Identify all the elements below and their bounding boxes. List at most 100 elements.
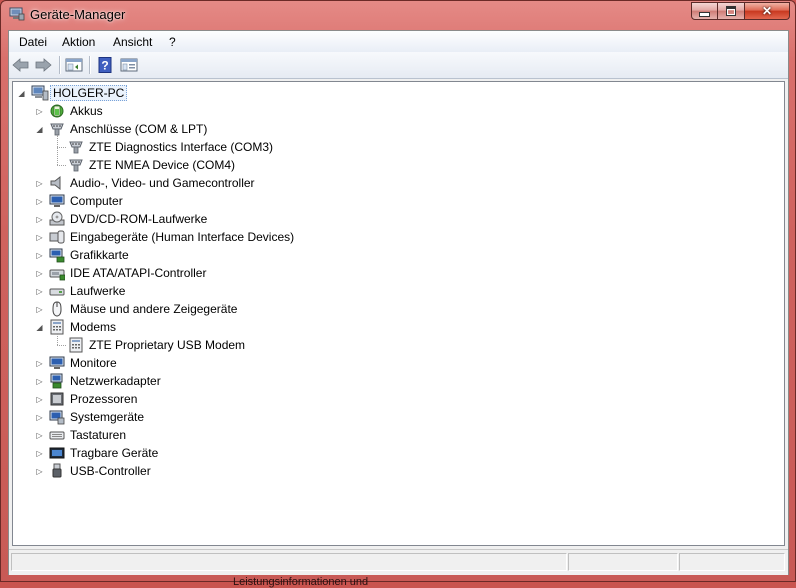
expand-arrow-icon[interactable]: ▷ [35, 413, 44, 422]
window-title: Geräte-Manager [30, 7, 126, 22]
disk-drive-icon [49, 283, 65, 299]
tree-item-label[interactable]: Monitore [68, 355, 119, 371]
tree-item-label[interactable]: DVD/CD-ROM-Laufwerke [68, 211, 209, 227]
tree-category-10[interactable]: ▷ Laufwerke [13, 282, 127, 300]
expand-arrow-icon[interactable]: ▷ [35, 377, 44, 386]
processor-icon [49, 391, 65, 407]
forward-button[interactable] [33, 56, 53, 74]
device-manager-icon [9, 7, 25, 21]
menu-help[interactable]: ? [169, 35, 176, 49]
tree-category-14[interactable]: ▷ Monitore [13, 354, 119, 372]
tree-root[interactable]: ◢ HOLGER-PC [13, 84, 128, 102]
device-tree[interactable]: ◢ HOLGER-PC ▷ Akkus ◢ Anschlüsse (COM & LPT… [12, 81, 785, 546]
show-hide-console-tree-button[interactable] [64, 56, 84, 74]
expand-arrow-icon[interactable]: ▷ [35, 449, 44, 458]
tree-category-18[interactable]: ▷ Tastaturen [13, 426, 128, 444]
maximize-button[interactable] [718, 2, 745, 20]
status-pane-main [11, 553, 567, 571]
close-icon: ✕ [761, 4, 773, 18]
expand-arrow-icon[interactable]: ▷ [35, 179, 44, 188]
tree-category-17[interactable]: ▷ Systemgeräte [13, 408, 146, 426]
expand-arrow-icon[interactable]: ▷ [35, 215, 44, 224]
tree-category-7[interactable]: ▷ Eingabegeräte (Human Interface Devices) [13, 228, 296, 246]
tree-device-13[interactable]: ZTE Proprietary USB Modem [13, 336, 247, 354]
tree-device-2[interactable]: ZTE Diagnostics Interface (COM3) [13, 138, 275, 156]
tree-category-11[interactable]: ▷ Mäuse und andere Zeigegeräte [13, 300, 239, 318]
collapse-arrow-icon[interactable]: ◢ [17, 89, 26, 98]
expand-arrow-icon[interactable]: ▷ [35, 233, 44, 242]
expand-arrow-icon[interactable]: ▷ [35, 107, 44, 116]
tree-item-label[interactable]: IDE ATA/ATAPI-Controller [68, 265, 208, 281]
tree-item-label[interactable]: Laufwerke [68, 283, 127, 299]
collapse-arrow-icon[interactable]: ◢ [35, 323, 44, 332]
tree-item-label[interactable]: Tastaturen [68, 427, 128, 443]
title-bar[interactable]: Geräte-Manager ✕ [1, 1, 796, 29]
tree-connector-line [57, 135, 58, 165]
tree-category-6[interactable]: ▷ DVD/CD-ROM-Laufwerke [13, 210, 209, 228]
expand-arrow-icon[interactable]: ▷ [35, 251, 44, 260]
tree-category-12[interactable]: ◢ Modems [13, 318, 118, 336]
collapse-arrow-icon[interactable]: ◢ [35, 125, 44, 134]
forward-arrow-icon [35, 58, 52, 72]
tree-item-label[interactable]: Grafikkarte [68, 247, 131, 263]
minimize-button[interactable] [691, 2, 718, 20]
tree-category-19[interactable]: ▷ Tragbare Geräte [13, 444, 160, 462]
tree-category-4[interactable]: ▷ Audio-, Video- und Gamecontroller [13, 174, 257, 192]
tree-item-label[interactable]: Mäuse und andere Zeigegeräte [68, 301, 239, 317]
show-hide-console-tree-icon [65, 58, 83, 72]
tree-item-label[interactable]: USB-Controller [68, 463, 153, 479]
toolbar: ? [9, 52, 788, 79]
expand-arrow-icon[interactable]: ▷ [35, 359, 44, 368]
tree-item-label[interactable]: Audio-, Video- und Gamecontroller [68, 175, 257, 191]
expand-arrow-icon[interactable]: ▷ [35, 269, 44, 278]
monitor-icon [49, 355, 65, 371]
tree-category-8[interactable]: ▷ Grafikkarte [13, 246, 131, 264]
tree-category-5[interactable]: ▷ Computer [13, 192, 125, 210]
expand-arrow-icon[interactable]: ▷ [35, 395, 44, 404]
tree-item-label[interactable]: Prozessoren [68, 391, 139, 407]
menu-datei[interactable]: Datei [19, 35, 47, 49]
display-adapter-icon [49, 247, 65, 263]
client-area: Datei Aktion Ansicht ? ? ◢ HOLGER-PC ▷ A… [8, 30, 789, 575]
menu-aktion[interactable]: Aktion [62, 35, 95, 49]
tree-item-label[interactable]: Systemgeräte [68, 409, 146, 425]
tree-category-20[interactable]: ▷ USB-Controller [13, 462, 153, 480]
tree-category-0[interactable]: ▷ Akkus [13, 102, 105, 120]
port-icon [68, 157, 84, 173]
expand-arrow-icon[interactable]: ▷ [35, 287, 44, 296]
minimize-icon [699, 11, 710, 17]
tree-device-3[interactable]: ZTE NMEA Device (COM4) [13, 156, 237, 174]
back-button[interactable] [11, 56, 31, 74]
port-icon [68, 139, 84, 155]
tree-category-16[interactable]: ▷ Prozessoren [13, 390, 139, 408]
tree-item-label[interactable]: Anschlüsse (COM & LPT) [68, 121, 209, 137]
ide-controller-icon [49, 265, 66, 281]
tree-item-label[interactable]: Netzwerkadapter [68, 373, 163, 389]
menu-ansicht[interactable]: Ansicht [113, 35, 152, 49]
expand-arrow-icon[interactable]: ▷ [35, 197, 44, 206]
expand-arrow-icon[interactable]: ▷ [35, 467, 44, 476]
expand-arrow-icon[interactable]: ▷ [35, 305, 44, 314]
tree-connector-line [57, 165, 66, 166]
tree-item-label[interactable]: ZTE NMEA Device (COM4) [87, 157, 237, 173]
tree-item-label[interactable]: Eingabegeräte (Human Interface Devices) [68, 229, 296, 245]
tree-category-15[interactable]: ▷ Netzwerkadapter [13, 372, 163, 390]
expand-arrow-icon[interactable]: ▷ [35, 431, 44, 440]
tree-item-label[interactable]: ZTE Diagnostics Interface (COM3) [87, 139, 275, 155]
properties-view-icon [120, 58, 138, 72]
tree-item-label[interactable]: Computer [68, 193, 125, 209]
speaker-icon [49, 175, 65, 191]
status-bar [9, 549, 788, 575]
tree-item-label[interactable]: Tragbare Geräte [68, 445, 160, 461]
tree-item-label[interactable]: ZTE Proprietary USB Modem [87, 337, 247, 353]
toolbar-separator [89, 56, 91, 74]
properties-view-button[interactable] [119, 56, 139, 74]
tree-root-label[interactable]: HOLGER-PC [50, 85, 128, 101]
background-window-text: Leistungsinformationen und [233, 576, 369, 588]
close-button[interactable]: ✕ [745, 2, 790, 20]
tree-item-label[interactable]: Modems [68, 319, 118, 335]
tree-category-9[interactable]: ▷ IDE ATA/ATAPI-Controller [13, 264, 208, 282]
tree-item-label[interactable]: Akkus [68, 103, 105, 119]
help-button[interactable]: ? [95, 56, 115, 74]
tree-category-1[interactable]: ◢ Anschlüsse (COM & LPT) [13, 120, 209, 138]
